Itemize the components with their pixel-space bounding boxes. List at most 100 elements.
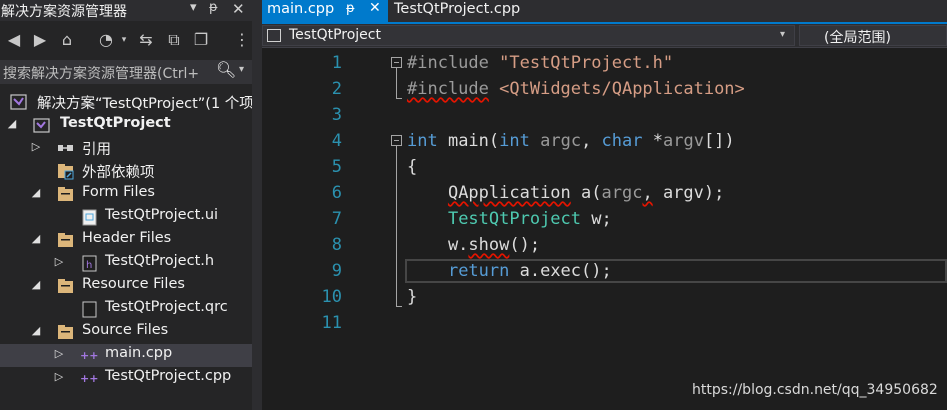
tree-item-project[interactable]: ◢ TestQtProject [0, 114, 252, 137]
code-token: * [642, 131, 663, 151]
solution-icon [10, 94, 27, 110]
tree-item-header-file[interactable]: ▷ h TestQtProject.h [0, 252, 252, 275]
code-token: argc [601, 183, 643, 203]
code-token: w. [407, 235, 469, 255]
folder-icon [57, 232, 74, 248]
tree-item-label: TestQtProject.h [105, 253, 215, 269]
code-token: #include [407, 79, 489, 99]
collapse-all-icon[interactable]: ⧉ [164, 30, 184, 50]
solution-explorer-title: 解决方案资源管理器 [1, 4, 127, 20]
search-options-dropdown-icon[interactable]: ▾ [239, 64, 244, 75]
code-token: argc [540, 131, 582, 151]
tree-item-source-files[interactable]: ◢ Source Files [0, 321, 252, 344]
fold-guide-end [396, 306, 402, 307]
fold-toggle-icon[interactable] [391, 135, 402, 146]
expand-arrow-icon[interactable]: ▷ [31, 140, 41, 153]
solution-search-input[interactable]: 搜索解决方案资源管理器(Ctrl+ [3, 63, 199, 83]
line-number: 5 [331, 157, 342, 177]
pin-tab-icon[interactable]: ᵽ [346, 1, 355, 16]
search-icon[interactable]: 🔍︎ [216, 60, 236, 79]
tree-item-label: TestQtProject [60, 115, 171, 131]
code-line-5: { [407, 157, 417, 177]
tree-item-label: Resource Files [82, 276, 185, 292]
more-icon[interactable]: ⋮ [232, 30, 252, 50]
close-tab-icon[interactable]: ✕ [369, 0, 381, 16]
tab-main-cpp[interactable]: main.cpp ᵽ ✕ [262, 0, 388, 22]
show-all-files-icon[interactable]: ❐ [191, 30, 211, 50]
tree-item-form-files[interactable]: ◢ Form Files [0, 183, 252, 206]
collapse-arrow-icon[interactable]: ◢ [31, 278, 41, 291]
line-number: 7 [331, 209, 342, 229]
ide-window: 解决方案资源管理器 ▾ ᵽ ✕ ◀ ▶ ⌂ ◔ ▾ ⇆ ⧉ ❐ ⋮ 搜索解决方案… [0, 0, 947, 410]
collapse-arrow-icon[interactable]: ◢ [31, 232, 41, 245]
folder-icon [57, 186, 74, 202]
project-small-icon [267, 29, 281, 42]
collapse-arrow-icon[interactable]: ◢ [31, 324, 41, 337]
window-menu-dropdown-icon[interactable]: ▾ [190, 0, 197, 15]
folder-icon [57, 278, 74, 294]
fold-guide-line [396, 146, 397, 306]
code-line-2: #include <QtWidgets/QApplication> [407, 79, 745, 99]
code-token: , [581, 131, 602, 151]
panel-splitter[interactable] [252, 0, 262, 410]
project-dropdown-value: TestQtProject [289, 27, 381, 43]
tree-item-ui-file[interactable]: TestQtProject.ui [0, 206, 252, 229]
history-icon[interactable]: ◔ [96, 30, 116, 50]
code-token: #include [407, 53, 500, 73]
tree-item-resource-files[interactable]: ◢ Resource Files [0, 275, 252, 298]
line-number: 4 [331, 131, 342, 151]
code-token: return [447, 261, 510, 281]
forward-icon[interactable]: ▶ [30, 30, 50, 50]
svg-text:++: ++ [80, 372, 98, 385]
folder-icon [57, 324, 74, 340]
code-line-9: return a.exec(); [407, 261, 612, 281]
collapse-arrow-icon[interactable]: ◢ [31, 186, 41, 199]
tree-item-testqtproject-cpp[interactable]: ▷ ++ TestQtProject.cpp [0, 367, 252, 390]
code-area[interactable]: 1 2 3 4 5 6 7 8 9 10 11 #include "TestQt… [262, 48, 947, 410]
solution-explorer-toolbar: ◀ ▶ ⌂ ◔ ▾ ⇆ ⧉ ❐ ⋮ [0, 24, 252, 58]
tree-item-references[interactable]: ▷ 引用 [0, 137, 252, 160]
code-token: show [468, 235, 510, 255]
tree-item-external-deps[interactable]: 外部依赖项 [0, 160, 252, 183]
code-token: int [499, 131, 530, 151]
tree-item-label: Header Files [82, 230, 172, 246]
code-line-4: int main(int argc, char *argv[]) [407, 131, 735, 151]
sync-icon[interactable]: ⇆ [136, 30, 156, 50]
expand-arrow-icon[interactable]: ▷ [54, 370, 64, 383]
tree-item-qrc-file[interactable]: TestQtProject.qrc [0, 298, 252, 321]
svg-text:++: ++ [80, 349, 98, 362]
project-dropdown[interactable]: TestQtProject ▾ [262, 25, 795, 46]
code-line-1: #include "TestQtProject.h" [407, 53, 673, 73]
fold-toggle-icon[interactable] [391, 57, 402, 68]
pin-icon[interactable]: ᵽ [209, 0, 218, 15]
home-icon[interactable]: ⌂ [57, 30, 77, 50]
back-icon[interactable]: ◀ [4, 30, 24, 50]
tree-item-solution[interactable]: 解决方案“TestQtProject”(1 个项 [0, 91, 252, 114]
line-number: 1 [331, 53, 342, 73]
scope-dropdown-value: (全局范围) [824, 30, 891, 46]
watermark-url: https://blog.csdn.net/qq_34950682 [692, 382, 938, 398]
scope-dropdown[interactable]: (全局范围) [799, 25, 947, 46]
code-token: argv); [652, 183, 725, 203]
tree-item-label: 外部依赖项 [82, 165, 155, 181]
expand-arrow-icon[interactable]: ▷ [54, 255, 64, 268]
fold-guide-end [396, 98, 402, 99]
code-token: main( [437, 131, 500, 151]
history-dropdown-icon[interactable]: ▾ [114, 30, 134, 50]
tree-item-header-files[interactable]: ◢ Header Files [0, 229, 252, 252]
tree-item-main-cpp[interactable]: ▷ ++ main.cpp [0, 344, 252, 367]
tab-testqtproject-cpp[interactable]: TestQtProject.cpp [389, 0, 529, 22]
expand-arrow-icon[interactable]: ▷ [54, 347, 64, 360]
code-token: "TestQtProject.h" [499, 53, 674, 73]
code-editor: main.cpp ᵽ ✕ TestQtProject.cpp TestQtPro… [262, 0, 947, 410]
collapse-arrow-icon[interactable]: ◢ [7, 117, 17, 130]
tree-item-label: 引用 [82, 142, 111, 158]
solution-search-box[interactable]: 搜索解决方案资源管理器(Ctrl+ 🔍︎ ▾ [0, 60, 252, 84]
code-token: char [601, 131, 643, 151]
chevron-down-icon[interactable]: ▾ [780, 29, 785, 40]
tree-item-label: TestQtProject.cpp [105, 368, 232, 384]
close-icon[interactable]: ✕ [232, 0, 245, 18]
